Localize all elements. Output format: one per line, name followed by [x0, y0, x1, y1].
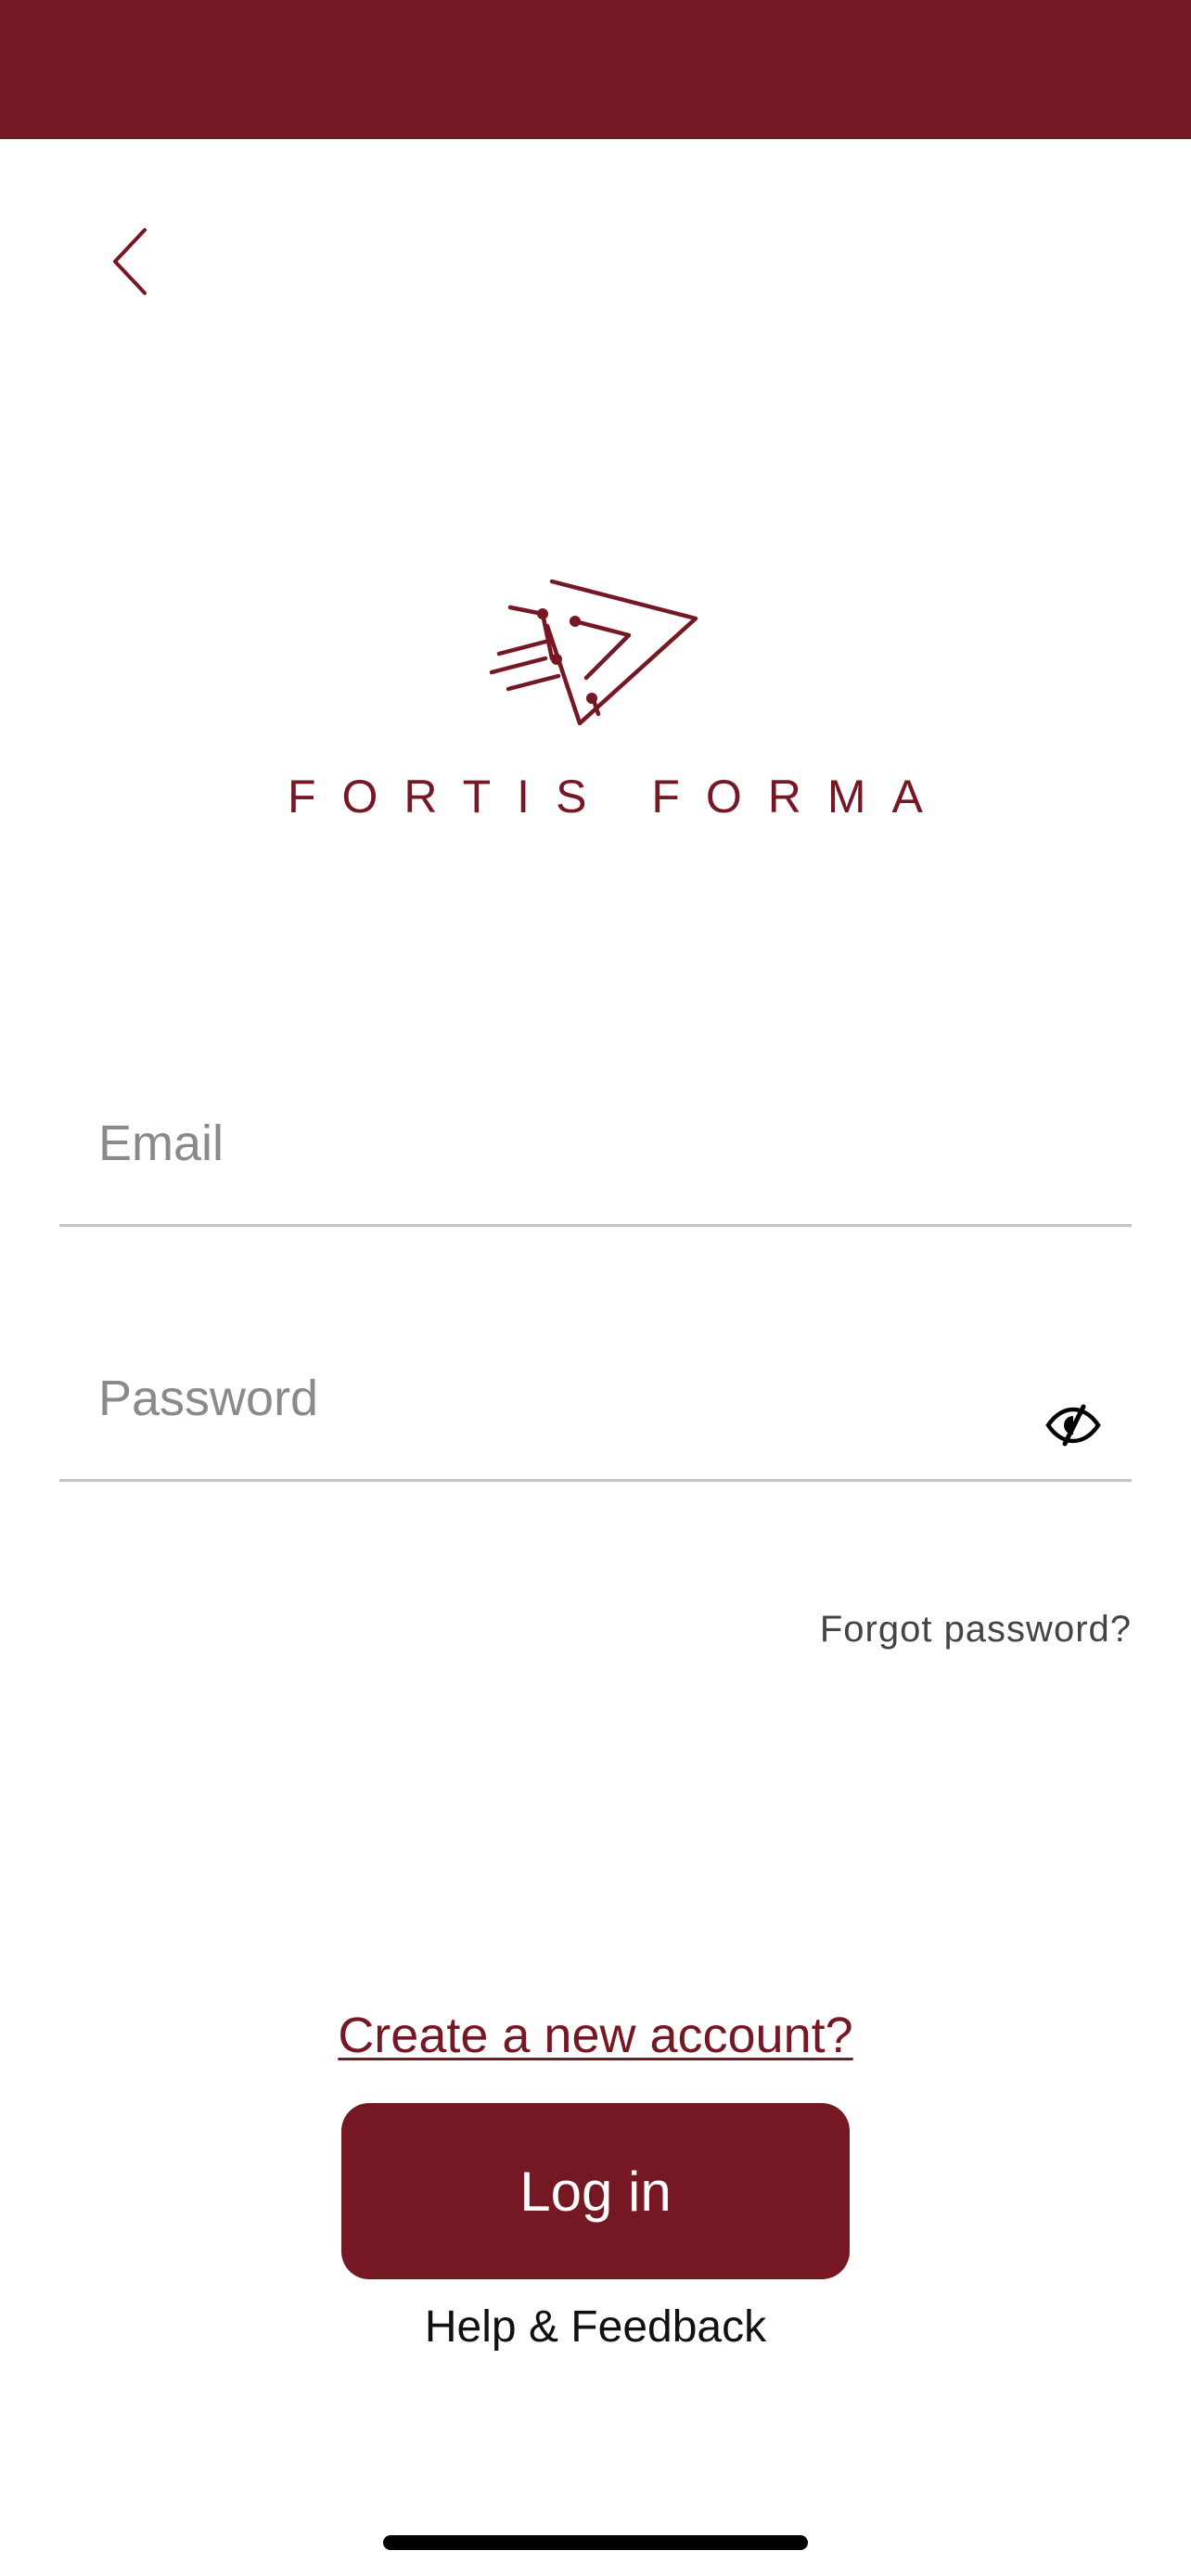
login-button[interactable]: Log in — [341, 2103, 850, 2279]
create-account-link[interactable]: Create a new account? — [0, 2007, 1191, 2064]
brand-name: FORTIS FORMA — [288, 771, 949, 823]
brand-logo: FORTIS FORMA — [278, 570, 923, 830]
back-button[interactable] — [93, 215, 167, 308]
fortis-forma-logo-mark-icon — [489, 579, 698, 726]
help-feedback-link[interactable]: Help & Feedback — [0, 2302, 1191, 2353]
password-visibility-toggle[interactable] — [1043, 1403, 1104, 1447]
status-bar — [0, 0, 1191, 139]
password-field[interactable] — [98, 1357, 1026, 1440]
chevron-left-icon — [113, 228, 147, 295]
forgot-password-link[interactable]: Forgot password? — [820, 1609, 1132, 1651]
password-field-container — [59, 1331, 1132, 1482]
email-field[interactable] — [98, 1102, 1026, 1185]
home-indicator — [383, 2535, 808, 2550]
login-screen: FORTIS FORMA Forgot password? Create a n… — [0, 0, 1191, 2576]
eye-slash-icon — [1045, 1404, 1101, 1447]
email-field-container — [59, 1076, 1132, 1227]
